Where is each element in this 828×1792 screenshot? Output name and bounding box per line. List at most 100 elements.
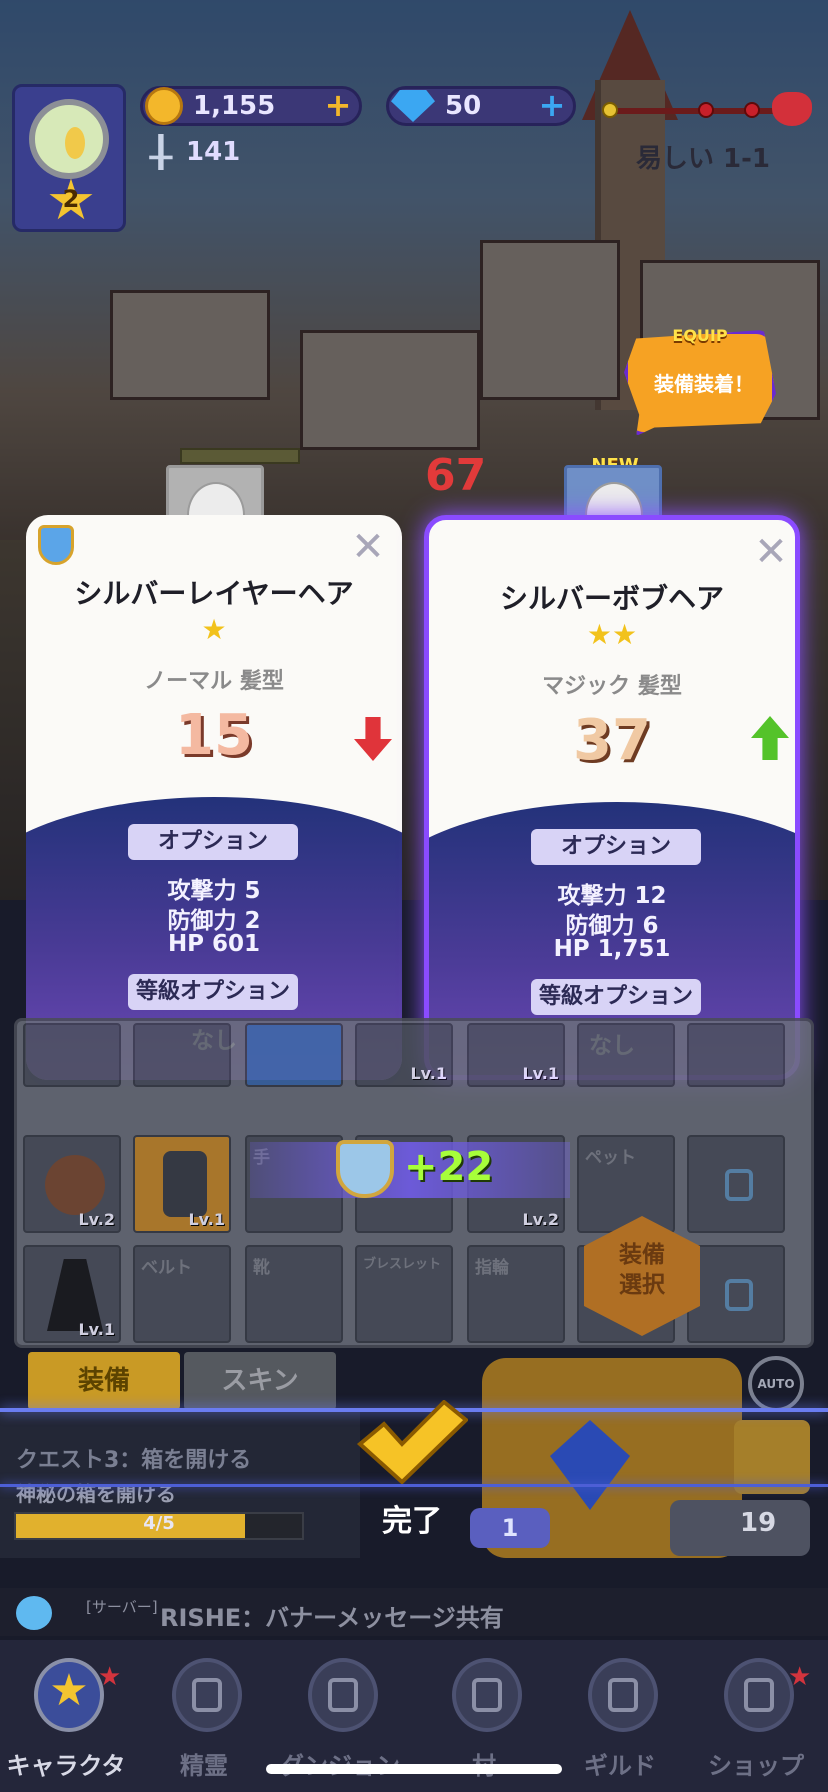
nav-character[interactable]: ★ ★ キャラクター — [6, 1646, 126, 1792]
notification-star-icon: ★ — [788, 1662, 812, 1692]
lock-icon — [608, 1678, 638, 1712]
unequip-swords-icon[interactable]: ✕ — [348, 527, 388, 567]
select-equipment-label: 装備 選択 — [619, 1242, 665, 1298]
equipment-slot[interactable] — [687, 1023, 785, 1087]
current-item-card: ✕ シルバーレイヤーヘア ★ ノーマル 髪型 15 オプション 攻撃力 5 防御… — [26, 515, 402, 1080]
equipment-slot-pet[interactable]: ペット — [577, 1135, 675, 1233]
home-indicator[interactable] — [266, 1764, 562, 1774]
combat-power-value: 141 — [186, 137, 241, 167]
equipment-slot[interactable] — [133, 1023, 231, 1087]
notification-star-icon: ★ — [98, 1662, 122, 1692]
add-gold-button[interactable]: + — [323, 89, 353, 121]
equipment-slot-helmet[interactable]: Lv.2 — [23, 1135, 121, 1233]
coin-icon — [145, 87, 183, 125]
light-band — [0, 1484, 828, 1487]
nav-guild[interactable]: ギルド — [560, 1646, 680, 1792]
tab-equipment[interactable]: 装備 — [28, 1352, 180, 1410]
stat-attack: 攻撃力 12 — [557, 883, 667, 909]
combat-power: 141 — [142, 134, 240, 170]
option-label: オプション — [128, 824, 298, 860]
slot-label: 靴 — [253, 1258, 270, 1278]
done-button[interactable]: 完了 — [364, 1496, 460, 1540]
sword-shield-icon — [336, 1140, 394, 1198]
armor-icon — [163, 1151, 207, 1217]
banner-tag: [サーバー] — [86, 1598, 158, 1616]
stage-node — [744, 102, 760, 118]
quest-description: 神秘の箱を開ける — [16, 1482, 176, 1506]
chat-mascot-icon[interactable] — [16, 1596, 52, 1630]
equipment-slot-locked[interactable] — [687, 1135, 785, 1233]
stat-hp: HP 601 — [167, 931, 261, 957]
lock-icon — [725, 1279, 753, 1311]
grade-shield-icon — [38, 525, 74, 565]
item-name: シルバーボブヘア — [499, 582, 724, 615]
lock-icon — [328, 1678, 358, 1712]
add-gem-button[interactable]: + — [537, 89, 567, 121]
lock-icon — [725, 1169, 753, 1201]
pineapple-icon — [65, 127, 85, 159]
chest-count: 1 — [470, 1508, 550, 1548]
stage-node — [698, 102, 714, 118]
equipment-slot[interactable] — [23, 1023, 121, 1087]
gem-value: 50 — [445, 91, 482, 121]
stage-progress-track — [602, 102, 780, 118]
equipment-slot[interactable]: Lv.1 — [355, 1023, 453, 1087]
equipment-slot-belt[interactable]: ベルト — [133, 1245, 231, 1343]
lock-icon — [192, 1678, 222, 1712]
sword-shield-icon — [149, 134, 173, 170]
grade-option-label: 等級オプション — [128, 974, 298, 1010]
equipment-slot-cape[interactable]: Lv.1 — [23, 1245, 121, 1343]
lock-icon — [744, 1678, 774, 1712]
stage-progress-marker — [602, 102, 618, 118]
slot-level: Lv.1 — [78, 1320, 115, 1339]
auto-button[interactable]: AUTO — [748, 1356, 804, 1412]
nav-label: ギルド — [584, 1752, 656, 1780]
equipment-slot[interactable] — [245, 1023, 343, 1087]
stage-label: 易しい 1-1 — [636, 144, 771, 174]
equipment-slot-ring[interactable]: 指輪 — [467, 1245, 565, 1343]
equipment-slot-shoes[interactable]: 靴 — [245, 1245, 343, 1343]
nav-spirit[interactable]: 精霊 — [144, 1646, 264, 1792]
equip-tag: EQUIP — [672, 326, 728, 345]
stat-attack: 攻撃力 5 — [167, 878, 261, 904]
diamond-icon — [391, 90, 435, 122]
slot-label: ブレスレット — [363, 1257, 442, 1272]
unequip-swords-icon[interactable]: ✕ — [751, 532, 791, 572]
game-screen: { "hud": { "player_level": "2", "gold": … — [0, 0, 828, 1792]
tab-skin[interactable]: スキン — [184, 1352, 336, 1410]
item-stars: ★ — [201, 613, 227, 646]
item-type: マジック 髪型 — [542, 674, 682, 699]
nav-label: 精霊 — [180, 1752, 228, 1780]
star-icon: ★ — [34, 1658, 104, 1732]
slot-label: ペット — [585, 1148, 636, 1168]
chest-icon[interactable] — [734, 1420, 810, 1494]
gem-counter: 50 + — [386, 86, 576, 126]
item-stars: ★★ — [586, 618, 638, 651]
nav-shop[interactable]: ★ ショップ — [696, 1646, 816, 1792]
ticket-value: 19 — [740, 1508, 777, 1538]
stat-hp: HP 1,751 — [553, 936, 671, 962]
banner-message: RISHE：バナーメッセージ共有 — [160, 1604, 504, 1632]
stat-defense: 防御力 6 — [565, 913, 659, 939]
damage-number: 67 — [425, 450, 487, 501]
equipment-slot-bracelet[interactable]: ブレスレット — [355, 1245, 453, 1343]
slot-label: 指輪 — [475, 1258, 509, 1278]
new-item-card: ✕ シルバーボブヘア ★★ マジック 髪型 37 オプション 攻撃力 12 防御… — [424, 515, 800, 1080]
equipment-slot[interactable] — [577, 1023, 675, 1087]
checkmark-icon[interactable] — [356, 1400, 468, 1484]
quest-title: クエスト3：箱を開ける — [16, 1448, 252, 1473]
equipment-slot-armor[interactable]: Lv.1 — [133, 1135, 231, 1233]
option-label: オプション — [531, 829, 701, 865]
leather-helmet-icon — [45, 1155, 105, 1215]
nav-label: ショップ — [708, 1752, 804, 1780]
item-type: ノーマル 髪型 — [144, 669, 284, 694]
avatar-portrait — [29, 99, 109, 179]
stat-defense: 防御力 2 — [167, 908, 261, 934]
player-avatar[interactable]: ★ 2 — [12, 84, 126, 232]
equipment-slot-locked[interactable] — [687, 1245, 785, 1343]
lock-icon — [472, 1678, 502, 1712]
equipment-slot[interactable]: Lv.1 — [467, 1023, 565, 1087]
item-power: 37 — [573, 708, 651, 773]
enemy-hp-bar — [180, 448, 300, 464]
slot-level: Lv.1 — [410, 1064, 447, 1083]
